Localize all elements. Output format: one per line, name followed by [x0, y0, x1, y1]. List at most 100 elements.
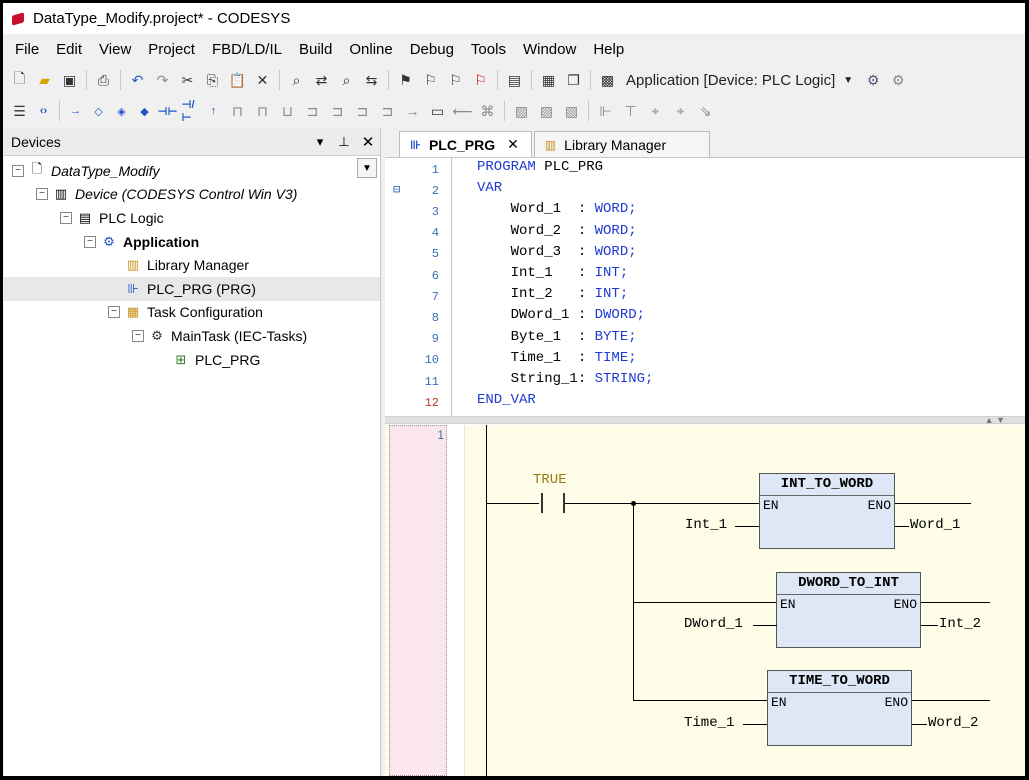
- tree-collapse-icon[interactable]: −: [60, 211, 72, 224]
- insert-branch-icon[interactable]: ⊔: [278, 101, 298, 121]
- close-icon[interactable]: ✕: [356, 133, 380, 151]
- tree-node[interactable]: − ⚙ MainTask (IEC-Tasks): [4, 324, 380, 348]
- block-input-variable[interactable]: Time_1: [684, 715, 734, 731]
- insert-box-en-icon[interactable]: ◈: [113, 101, 131, 121]
- replace-icon[interactable]: ⇄: [312, 70, 332, 90]
- tree-node[interactable]: − ⚙ Application: [4, 230, 380, 254]
- add-object-icon[interactable]: ▦: [539, 70, 559, 90]
- tree-node[interactable]: − ▤ PLC Logic: [4, 206, 380, 230]
- find-icon[interactable]: ⌕: [287, 70, 307, 90]
- redo-icon[interactable]: ↷: [153, 70, 173, 90]
- splitter-arrows-icon[interactable]: ▲ ▼: [985, 415, 1005, 425]
- code-line[interactable]: 6 Int_1 : INT;: [385, 265, 628, 286]
- insert-input-icon[interactable]: ⊐: [303, 101, 323, 121]
- function-block-time-to-word[interactable]: TIME_TO_WORD EN ENO: [767, 670, 912, 746]
- tree-node[interactable]: − 🗋 DataType_Modify: [4, 159, 380, 183]
- bookmark-clear-icon[interactable]: ⚐: [471, 70, 491, 90]
- insert-reset-coil-icon[interactable]: ⊐: [378, 101, 398, 121]
- bookmark-next-icon[interactable]: ⚐: [446, 70, 466, 90]
- new-project-icon[interactable]: 🗋: [10, 70, 30, 90]
- code-line[interactable]: 5 Word_3 : WORD;: [385, 244, 637, 265]
- tree-collapse-icon[interactable]: −: [12, 164, 24, 177]
- menu-window[interactable]: Window: [523, 41, 576, 58]
- code-line[interactable]: 7 Int_2 : INT;: [385, 286, 628, 307]
- menu-build[interactable]: Build: [299, 41, 332, 58]
- branch-end-icon[interactable]: ⌖: [671, 101, 691, 121]
- menu-help[interactable]: Help: [593, 41, 624, 58]
- cut-icon[interactable]: ✂: [178, 70, 198, 90]
- tree-collapse-icon[interactable]: −: [84, 235, 96, 248]
- block-input-variable[interactable]: DWord_1: [684, 616, 743, 632]
- menu-edit[interactable]: Edit: [56, 41, 82, 58]
- open-folder-icon[interactable]: ▰: [35, 70, 55, 90]
- build-icon[interactable]: ▩: [598, 70, 618, 90]
- paste-icon[interactable]: 📋: [228, 70, 248, 90]
- login-icon[interactable]: ⚙: [863, 70, 883, 90]
- save-icon[interactable]: ▣: [60, 70, 80, 90]
- menu-tools[interactable]: Tools: [471, 41, 506, 58]
- insert-return-icon[interactable]: ⟵: [452, 101, 472, 121]
- contact-variable-label[interactable]: TRUE: [533, 472, 567, 488]
- align-right-icon[interactable]: ⊤: [621, 101, 641, 121]
- insert-set-coil-icon[interactable]: ⊐: [353, 101, 373, 121]
- function-block-dword-to-int[interactable]: DWORD_TO_INT EN ENO: [776, 572, 921, 648]
- code-line[interactable]: 9 Byte_1 : BYTE;: [385, 329, 637, 350]
- block-output-variable[interactable]: Int_2: [939, 616, 981, 632]
- code-line[interactable]: 3 Word_1 : WORD;: [385, 201, 637, 222]
- copy-icon[interactable]: ⎘: [203, 70, 223, 90]
- bookmark-icon[interactable]: ⚑: [396, 70, 416, 90]
- find-in-project-icon[interactable]: ⌕: [337, 70, 357, 90]
- new-window-icon[interactable]: ❐: [564, 70, 584, 90]
- menu-view[interactable]: View: [99, 41, 131, 58]
- undo-icon[interactable]: ↶: [128, 70, 148, 90]
- toggle-set-reset-icon[interactable]: ▧: [562, 101, 582, 121]
- toggle-edge-icon[interactable]: ▨: [537, 101, 557, 121]
- tree-collapse-icon[interactable]: −: [36, 188, 48, 201]
- insert-parallel-negated-icon[interactable]: ⊓: [253, 101, 273, 121]
- insert-output-icon[interactable]: ⊐: [328, 101, 348, 121]
- print-icon[interactable]: ⎙: [94, 70, 114, 90]
- code-line[interactable]: 4 Word_2 : WORD;: [385, 223, 637, 244]
- declaration-editor[interactable]: ⊟ 1 PROGRAM PLC_PRG 2 VAR 3 Word_1 : WORD; 4 …: [385, 158, 1025, 420]
- clipboard-icon[interactable]: ▤: [505, 70, 525, 90]
- code-line[interactable]: 10 Time_1 : TIME;: [385, 350, 637, 371]
- logout-icon[interactable]: ⚙: [888, 70, 908, 90]
- menu-debug[interactable]: Debug: [410, 41, 454, 58]
- update-parameters-icon[interactable]: ⇘: [696, 101, 716, 121]
- ladder-diagram-editor[interactable]: 1 TRUE INT_TO_WORD EN ENO Int_1 Word_1 D…: [385, 425, 1025, 776]
- code-line[interactable]: 8 DWord_1 : DWORD;: [385, 307, 645, 328]
- panel-menu-icon[interactable]: ▾: [308, 134, 332, 150]
- menu-file[interactable]: File: [15, 41, 39, 58]
- block-input-variable[interactable]: Int_1: [685, 517, 727, 533]
- insert-parallel-contact-icon[interactable]: ⊓: [228, 101, 248, 121]
- insert-box-icon[interactable]: ◇: [90, 101, 108, 121]
- tree-node[interactable]: ⊞ PLC_PRG: [4, 348, 380, 372]
- insert-network-icon[interactable]: ☰: [10, 101, 30, 121]
- insert-arrow-icon[interactable]: →: [403, 101, 423, 121]
- editor-splitter[interactable]: ▲ ▼: [385, 415, 1025, 425]
- function-block-int-to-word[interactable]: INT_TO_WORD EN ENO: [759, 473, 895, 549]
- tree-node[interactable]: − ▦ Task Configuration: [4, 301, 380, 325]
- insert-expression-icon[interactable]: ‹›: [35, 101, 53, 121]
- block-output-variable[interactable]: Word_2: [928, 715, 978, 731]
- tree-node[interactable]: − ▥ Device (CODESYS Control Win V3): [4, 183, 380, 207]
- active-application-selector[interactable]: Application [Device: PLC Logic] ▼: [626, 72, 853, 89]
- code-line[interactable]: 11 String_1: STRING;: [385, 371, 654, 392]
- tree-node[interactable]: ⊪ PLC_PRG (PRG): [4, 276, 380, 301]
- tree-node[interactable]: ▥ Library Manager: [4, 253, 380, 277]
- replace-in-project-icon[interactable]: ⇆: [362, 70, 382, 90]
- tab-plc-prg[interactable]: ⊪ PLC_PRG ✕: [399, 131, 532, 157]
- branch-start-icon[interactable]: ⌖: [646, 101, 666, 121]
- insert-label-icon[interactable]: ▭: [428, 101, 448, 121]
- insert-comment-icon[interactable]: ⌘: [478, 101, 498, 121]
- code-line[interactable]: 2 VAR: [385, 180, 502, 201]
- code-line[interactable]: 1 PROGRAM PLC_PRG: [385, 159, 603, 180]
- insert-negated-contact-icon[interactable]: ⊣/⊢: [182, 99, 200, 124]
- pin-icon[interactable]: ⊥: [332, 134, 356, 150]
- menu-fbd-ld-il[interactable]: FBD/LD/IL: [212, 41, 282, 58]
- block-output-variable[interactable]: Word_1: [910, 517, 960, 533]
- align-left-icon[interactable]: ⊩: [596, 101, 616, 121]
- insert-coil-icon[interactable]: ↑: [205, 101, 223, 121]
- tree-collapse-icon[interactable]: −: [132, 329, 144, 342]
- code-line[interactable]: 12 END_VAR: [385, 392, 536, 413]
